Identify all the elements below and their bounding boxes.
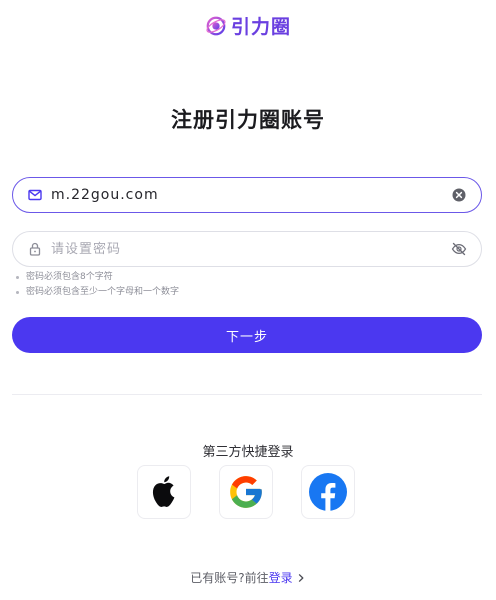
google-icon [230, 476, 262, 508]
third-party-title: 第三方快捷登录 [202, 445, 294, 460]
bullet-icon [16, 276, 19, 279]
eye-off-icon[interactable] [451, 241, 467, 257]
brand-logo: 引力圈 [0, 12, 496, 39]
facebook-icon [309, 473, 347, 511]
email-input[interactable] [51, 180, 451, 210]
mail-icon [28, 189, 42, 201]
hint-item: 密码必须包含至少一个字母和一个数字 [16, 285, 179, 300]
next-step-button[interactable]: 下一步 [12, 317, 482, 353]
login-prompt: 已有账号?前往 登录 [0, 569, 496, 586]
password-field[interactable] [12, 231, 482, 267]
bullet-icon [16, 291, 19, 294]
apple-login-button[interactable] [137, 465, 191, 519]
orbit-logo-icon [206, 16, 226, 35]
register-page: 引力圈 注册引力圈账号 密码必须包含8个字符 [0, 0, 496, 600]
clear-icon[interactable] [451, 187, 467, 203]
brand-name: 引力圈 [230, 16, 291, 38]
email-field[interactable] [12, 177, 482, 213]
login-link[interactable]: 登录 [269, 569, 293, 586]
apple-icon [152, 476, 175, 507]
lock-icon [29, 242, 41, 256]
hint-item: 密码必须包含8个字符 [16, 270, 179, 285]
chevron-right-icon[interactable] [296, 573, 306, 583]
google-login-button[interactable] [219, 465, 273, 519]
facebook-login-button[interactable] [301, 465, 355, 519]
login-prompt-text: 已有账号?前往 [190, 571, 269, 585]
password-hints: 密码必须包含8个字符 密码必须包含至少一个字母和一个数字 [16, 270, 179, 300]
password-input[interactable] [51, 234, 451, 264]
divider [12, 394, 482, 395]
page-title: 注册引力圈账号 [171, 108, 325, 132]
